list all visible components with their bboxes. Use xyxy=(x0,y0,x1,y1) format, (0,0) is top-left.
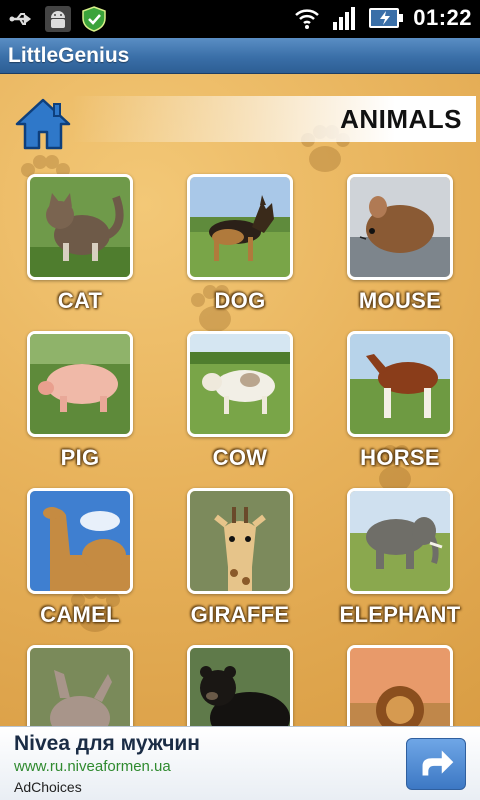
ad-title[interactable]: Nivea для мужчин xyxy=(14,732,200,756)
wifi-icon xyxy=(295,9,320,29)
dog-image xyxy=(187,174,293,280)
animal-pig[interactable]: PIG xyxy=(0,331,160,487)
animal-mouse[interactable]: MOUSE xyxy=(320,174,480,330)
home-icon[interactable] xyxy=(14,96,72,152)
animal-label: COW xyxy=(212,445,268,470)
lion-image xyxy=(347,645,453,726)
cow-image xyxy=(187,331,293,437)
ad-banner[interactable]: Nivea для мужчин www.ru.niveaformen.ua A… xyxy=(0,726,480,800)
status-bar: 01:22 xyxy=(0,0,480,38)
animal-horse[interactable]: HORSE xyxy=(320,331,480,487)
animal-giraffe[interactable]: GIRAFFE xyxy=(160,488,320,644)
ad-choices-link[interactable]: AdChoices xyxy=(14,779,82,795)
giraffe-image xyxy=(187,488,293,594)
arrow-right-icon xyxy=(422,750,454,776)
section-title: ANIMALS xyxy=(340,104,462,134)
animal-camel[interactable]: CAMEL xyxy=(0,488,160,644)
cat-image xyxy=(27,174,133,280)
app-title: LittleGenius xyxy=(8,44,130,67)
mouse-image xyxy=(347,174,453,280)
animal-label: CAMEL xyxy=(40,602,120,627)
animals-screen[interactable]: ANIMALS CAT DOG MOUSE PIG COW HORSE CAME… xyxy=(0,74,480,726)
ad-open-button[interactable] xyxy=(406,738,466,790)
animal-label: GIRAFFE xyxy=(190,602,290,627)
animal-label: DOG xyxy=(214,288,266,313)
ad-url[interactable]: www.ru.niveaformen.ua xyxy=(14,758,171,775)
animal-elephant[interactable]: ELEPHANT xyxy=(320,488,480,644)
status-time: 01:22 xyxy=(413,5,472,30)
animal-lion[interactable] xyxy=(320,645,480,726)
bear-image xyxy=(187,645,293,726)
android-debug-icon xyxy=(45,6,71,32)
animal-bear[interactable] xyxy=(160,645,320,726)
horse-image xyxy=(347,331,453,437)
section-header: ANIMALS xyxy=(72,96,476,142)
animal-label: PIG xyxy=(60,445,100,470)
elephant-image xyxy=(347,488,453,594)
animal-cow[interactable]: COW xyxy=(160,331,320,487)
animal-label: ELEPHANT xyxy=(339,602,461,627)
rabbit-image xyxy=(27,645,133,726)
animal-label: MOUSE xyxy=(358,288,442,313)
battery-charging-icon xyxy=(369,8,404,28)
animal-label: HORSE xyxy=(360,445,440,470)
animal-cat[interactable]: CAT xyxy=(0,174,160,330)
usb-icon xyxy=(9,13,32,25)
security-shield-icon xyxy=(82,6,106,32)
animal-dog[interactable]: DOG xyxy=(160,174,320,330)
animal-rabbit[interactable] xyxy=(0,645,160,726)
signal-icon xyxy=(333,7,356,30)
pig-image xyxy=(27,331,133,437)
camel-image xyxy=(27,488,133,594)
app-title-bar: LittleGenius xyxy=(0,38,480,74)
animal-label: CAT xyxy=(57,288,103,313)
